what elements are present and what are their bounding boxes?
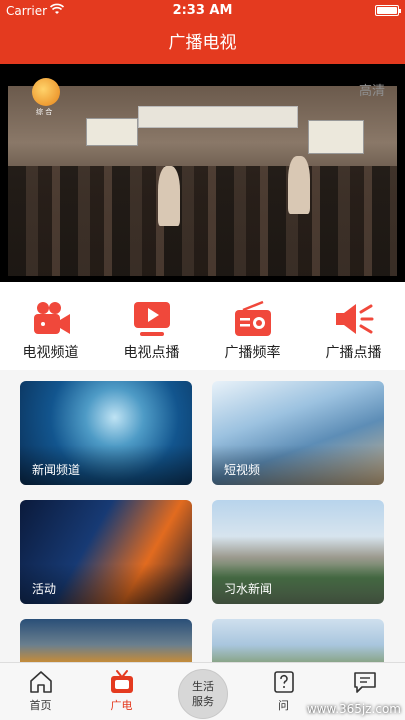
tab-broadcast[interactable]: 广电 [81,663,162,720]
card-caption: 习水新闻 [224,582,273,596]
card-caption: 短视频 [224,463,261,477]
video-frame[interactable] [8,86,397,276]
menu-radio-frequency[interactable]: 广播频率 [202,282,303,370]
card-news-channel[interactable]: 新闻频道 [20,381,192,485]
video-banner-graphic [138,106,298,128]
tab-label: 广电 [110,699,133,712]
tab-label: 首页 [29,699,52,712]
video-figure-graphic [158,166,180,226]
video-sign-graphic [308,120,364,154]
question-icon [273,671,294,693]
quick-menu: 电视频道 电视点播 广播频率 广播点播 [0,282,405,370]
menu-label: 广播点播 [325,345,382,361]
status-bar: Carrier 2:33 AM [0,0,405,22]
channel-logo-text: 综 合 [36,108,53,116]
card-partial[interactable] [212,619,384,662]
video-figure-graphic [288,156,310,214]
life-services-label-line2: 服务 [192,695,214,708]
life-services-label-line1: 生活 [192,680,214,693]
tab-home[interactable]: 首页 [0,663,81,720]
video-player[interactable]: 综 合 高清 [0,64,405,282]
menu-label: 电视点播 [123,345,180,361]
menu-label: 广播频率 [224,345,281,361]
battery-icon [375,5,401,16]
menu-radio-on-demand[interactable]: 广播点播 [303,282,404,370]
tv-icon [110,670,133,693]
video-camera-icon [33,302,70,334]
life-services-button[interactable]: 生活 服务 [178,669,228,719]
video-sign-graphic [86,118,138,146]
card-caption: 活动 [32,582,57,596]
channel-logo-icon [32,78,60,106]
card-events[interactable]: 活动 [20,500,192,604]
page-title: 广播电视 [0,22,405,64]
card-xishui-news[interactable]: 习水新闻 [212,500,384,604]
speaker-icon [335,304,373,334]
card-caption: 新闻频道 [32,463,81,477]
video-crowd-graphic [8,166,397,276]
message-icon [353,672,376,693]
quality-label[interactable]: 高清 [359,80,385,99]
home-icon [29,671,52,693]
menu-tv-channels[interactable]: 电视频道 [0,282,101,370]
radio-icon [234,300,271,336]
card-partial[interactable] [20,619,192,662]
card-short-video[interactable]: 短视频 [212,381,384,485]
menu-label: 电视频道 [22,345,79,361]
menu-tv-on-demand[interactable]: 电视点播 [101,282,202,370]
clock: 2:33 AM [172,3,233,18]
play-icon [133,302,170,336]
watermark: www.365jz.com [306,702,401,716]
